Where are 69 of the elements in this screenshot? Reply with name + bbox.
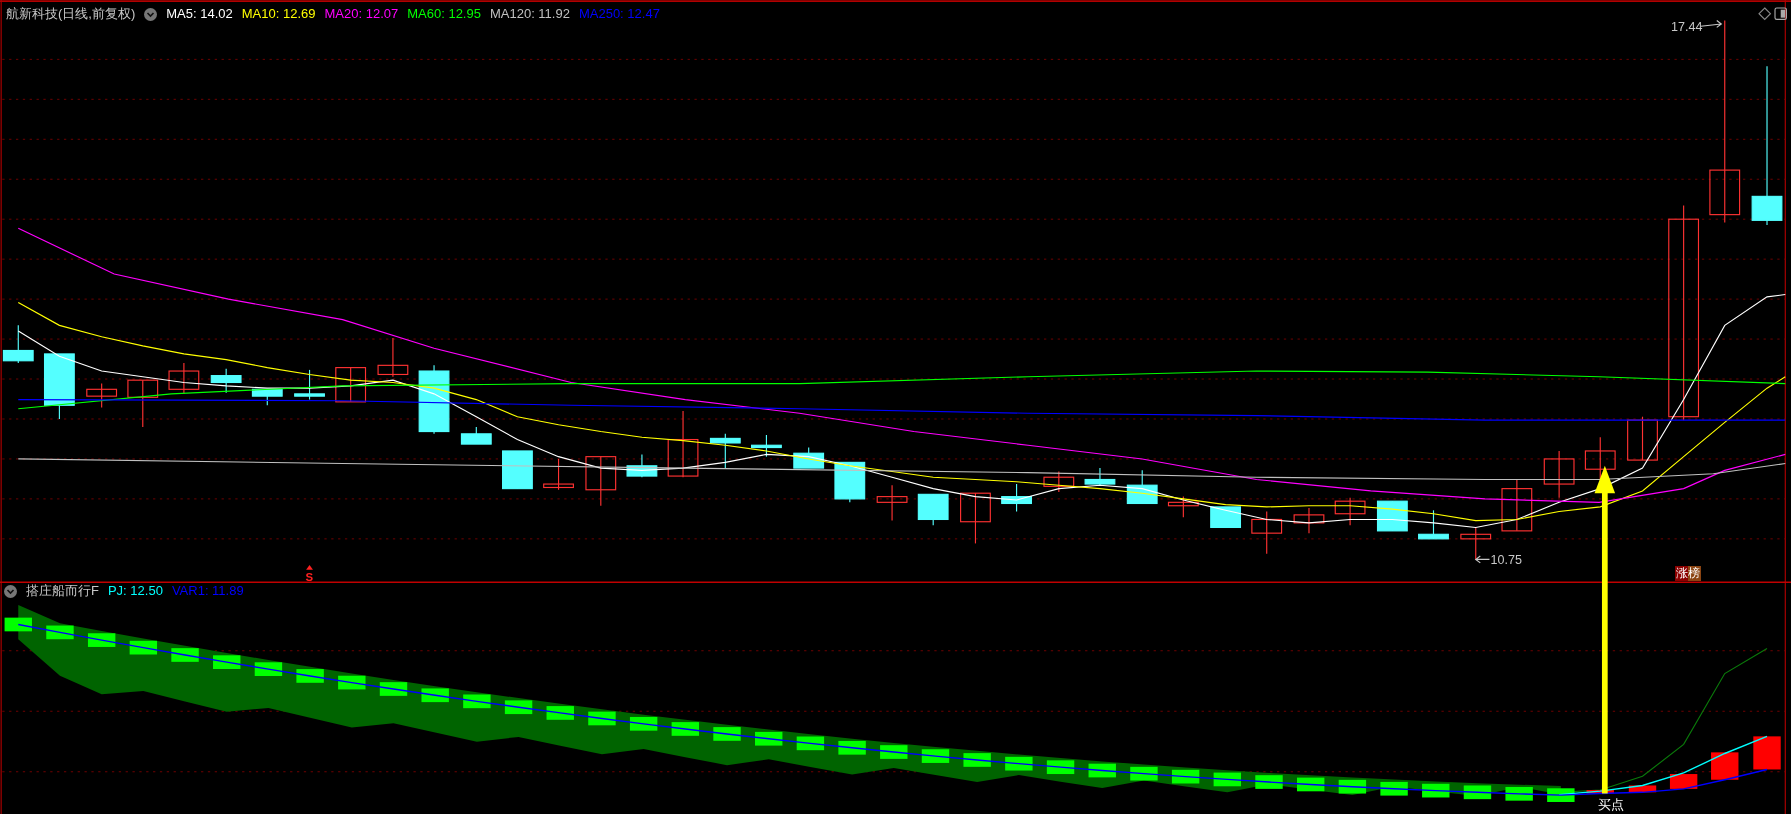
indicator-value: MA5: 14.02 bbox=[166, 6, 233, 22]
candlestick bbox=[1376, 500, 1408, 532]
indicator-bar bbox=[1255, 775, 1283, 789]
candlestick bbox=[1126, 469, 1158, 505]
candlestick bbox=[460, 426, 492, 445]
candlestick bbox=[709, 433, 741, 469]
candlestick bbox=[1251, 510, 1283, 555]
low-price-label: 10.75 bbox=[1490, 553, 1522, 567]
indicator-value: VAR1: 11.89 bbox=[171, 583, 244, 599]
candlestick bbox=[834, 461, 866, 503]
rank-badge: 涨榜 bbox=[1675, 566, 1701, 581]
candlestick bbox=[44, 353, 75, 420]
candlestick bbox=[1460, 526, 1492, 560]
candlestick bbox=[502, 450, 533, 490]
candlestick bbox=[418, 364, 450, 435]
indicator-bar bbox=[1711, 752, 1739, 780]
candlestick bbox=[1084, 467, 1116, 486]
buy-point-label: 买点 bbox=[1597, 798, 1624, 813]
candlestick bbox=[2, 324, 34, 364]
candlestick bbox=[377, 337, 409, 378]
candlestick bbox=[1627, 416, 1658, 461]
candlestick bbox=[168, 362, 200, 395]
diamond-icon[interactable] bbox=[1758, 7, 1772, 21]
up-triangle-icon bbox=[306, 565, 313, 570]
indicator-title: 搭庄船而行F bbox=[26, 583, 99, 599]
candlestick bbox=[585, 456, 617, 507]
candlestick bbox=[876, 484, 908, 522]
candlestick bbox=[210, 368, 242, 394]
candlestick bbox=[667, 410, 699, 478]
indicator-value: MA250: 12.47 bbox=[578, 6, 660, 22]
candlestick bbox=[1167, 496, 1199, 518]
candlestick bbox=[960, 492, 991, 544]
candlestick bbox=[1334, 497, 1366, 526]
indicator-bar bbox=[1753, 736, 1781, 770]
candlestick bbox=[1293, 507, 1325, 534]
candlestick bbox=[86, 383, 118, 409]
indicator-value: MA60: 12.95 bbox=[407, 6, 481, 22]
high-price-label: 17.44 bbox=[1671, 19, 1703, 34]
dropdown-icon[interactable] bbox=[4, 584, 17, 598]
candlestick bbox=[1043, 470, 1075, 493]
indicator-value: MA20: 12.07 bbox=[324, 6, 399, 22]
arrow-icon bbox=[1700, 20, 1723, 28]
candlestick bbox=[1001, 483, 1032, 513]
candlestick bbox=[543, 458, 574, 491]
candlestick bbox=[793, 446, 825, 469]
candlestick bbox=[917, 493, 949, 526]
candlestick bbox=[1210, 506, 1241, 528]
candlestick bbox=[127, 379, 159, 428]
indicator-bar bbox=[1669, 774, 1698, 789]
indicator-value: MA10: 12.69 bbox=[241, 6, 316, 22]
candlestick bbox=[294, 369, 325, 401]
candlestick bbox=[626, 453, 658, 478]
candlestick bbox=[1501, 478, 1533, 532]
indicator-value: MA120: 11.92 bbox=[489, 6, 570, 22]
indicator-bar bbox=[713, 727, 741, 741]
candlestick bbox=[1418, 509, 1449, 540]
indicator-bar bbox=[213, 655, 241, 669]
indicator-value: PJ: 12.50 bbox=[107, 583, 163, 599]
arrow-icon bbox=[1474, 555, 1490, 564]
chart-title: 航新科技(日线,前复权) bbox=[6, 6, 136, 22]
signal-mark: S bbox=[305, 571, 314, 584]
indicator-bar bbox=[1586, 790, 1614, 794]
panel-toggle-icon[interactable] bbox=[1774, 7, 1787, 20]
candlestick bbox=[1543, 450, 1575, 499]
candlestick bbox=[251, 388, 283, 406]
candlestick bbox=[751, 434, 782, 458]
dropdown-icon[interactable] bbox=[144, 7, 158, 21]
candlestick bbox=[335, 367, 367, 403]
indicator-bar bbox=[1628, 785, 1657, 793]
